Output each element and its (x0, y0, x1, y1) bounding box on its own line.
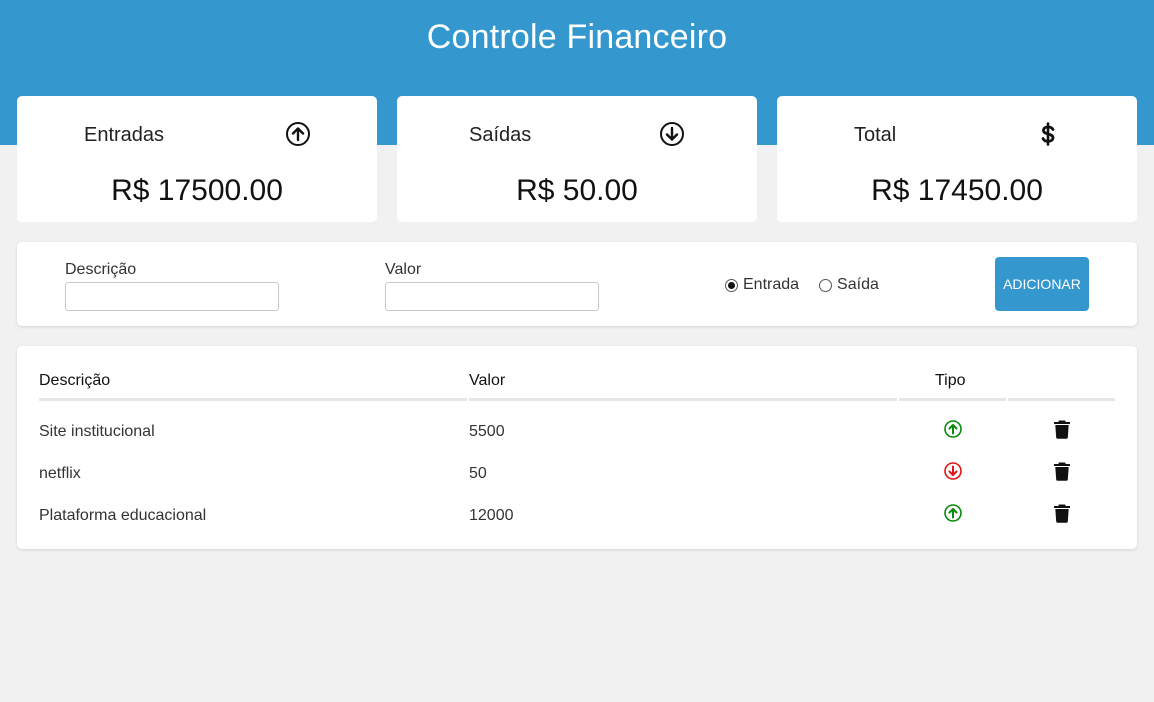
saidas-card: Saídas R$ 50.00 (397, 96, 757, 222)
saidas-label: Saídas (469, 124, 532, 146)
entradas-label: Entradas (84, 124, 165, 146)
total-label: Total (854, 124, 897, 146)
row-valor: 50 (469, 465, 487, 482)
total-card: Total R$ 17450.00 (777, 96, 1137, 222)
saidas-value: R$ 50.00 (516, 174, 638, 207)
header-tipo: Tipo (935, 372, 966, 389)
row-valor: 12000 (469, 507, 514, 524)
header-descricao: Descrição (39, 372, 111, 389)
transaction-form: Descrição Valor Entrada Saída ADICIONAR (17, 242, 1137, 326)
page-title: Controle Financeiro (426, 18, 728, 56)
type-radio-group: Entrada Saída (725, 276, 899, 294)
app-page: Controle Financeiro Entradas R$ 17500.00… (0, 0, 1154, 702)
table-row: Plataforma educacional 12000 (17, 504, 1137, 547)
header-divider (39, 398, 467, 401)
radio-entrada-label: Entrada (743, 276, 800, 293)
expense-arrow-down-icon (944, 462, 962, 480)
row-valor: 5500 (469, 423, 505, 440)
radio-saida-dot[interactable] (819, 278, 833, 292)
trash-icon[interactable] (1053, 461, 1071, 481)
radio-entrada[interactable]: Entrada (725, 276, 799, 294)
valor-label: Valor (385, 261, 422, 278)
header-divider (1008, 398, 1115, 401)
descricao-label: Descrição (65, 261, 137, 278)
income-arrow-up-icon (944, 504, 962, 522)
entradas-value: R$ 17500.00 (111, 174, 283, 207)
trash-icon[interactable] (1053, 419, 1071, 439)
valor-input[interactable] (385, 282, 599, 311)
header-valor: Valor (469, 372, 506, 389)
radio-entrada-dot[interactable] (725, 278, 738, 292)
arrow-down-circle-icon (660, 122, 684, 146)
table-row: netflix 50 (17, 462, 1137, 505)
descricao-input[interactable] (65, 282, 279, 311)
radio-saida[interactable]: Saída (819, 276, 879, 294)
add-button[interactable]: ADICIONAR (995, 257, 1089, 311)
header-divider (899, 398, 1006, 401)
row-descricao: Site institucional (39, 423, 155, 440)
total-value: R$ 17450.00 (871, 174, 1043, 207)
row-descricao: Plataforma educacional (39, 507, 207, 524)
header-divider (469, 398, 897, 401)
arrow-up-circle-icon (286, 122, 310, 146)
dollar-icon (1041, 122, 1055, 146)
table-row: Site institucional 5500 (17, 420, 1137, 463)
trash-icon[interactable] (1053, 503, 1071, 523)
income-arrow-up-icon (944, 420, 962, 438)
entradas-card: Entradas R$ 17500.00 (17, 96, 377, 222)
row-descricao: netflix (39, 465, 81, 482)
radio-saida-label: Saída (837, 276, 879, 293)
transactions-table: Descrição Valor Tipo Site institucional … (17, 346, 1137, 549)
